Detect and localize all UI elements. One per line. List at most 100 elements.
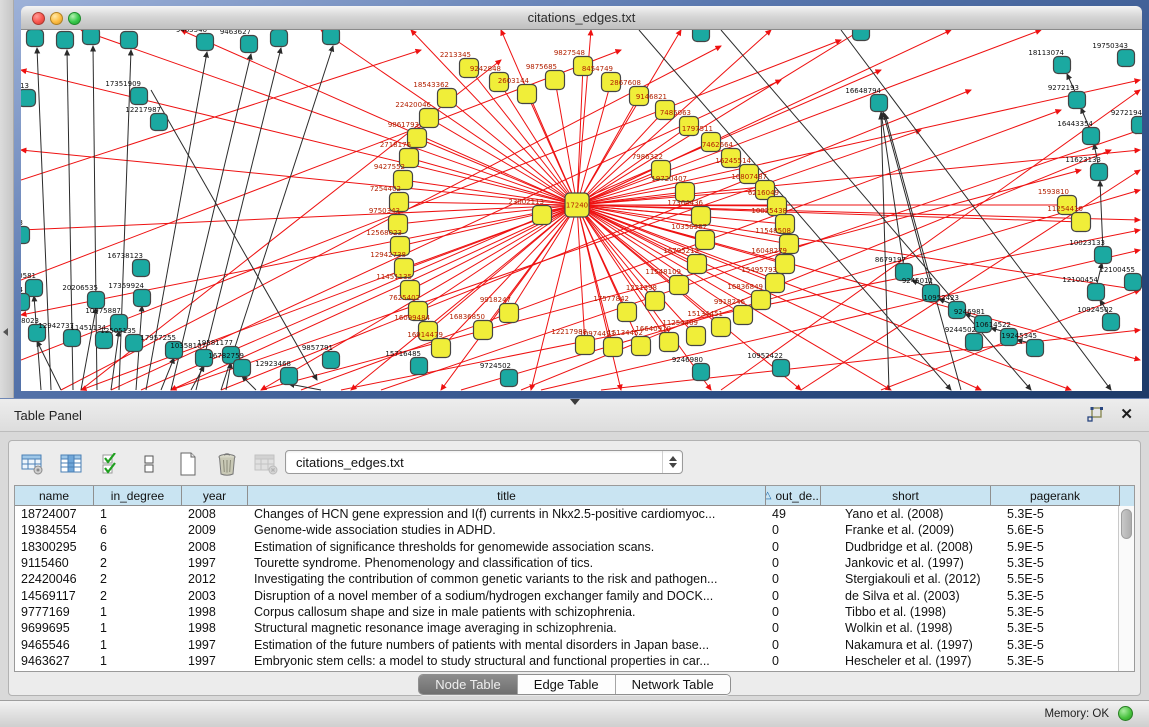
tab-edge-table[interactable]: Edge Table <box>518 675 616 694</box>
graph-node-label: 9115460 <box>36 30 67 32</box>
table-row[interactable]: 1456911722003Disruption of a novel membe… <box>15 587 1120 603</box>
graph-node[interactable]: 18300295 <box>827 30 869 41</box>
graph-node-label: 9193183 <box>21 219 23 227</box>
table-cell: 0 <box>766 636 821 652</box>
column-header-label: title <box>497 489 516 503</box>
table-cell: 49 <box>766 506 821 522</box>
graph-node[interactable]: 9272194 <box>1111 109 1142 134</box>
table-cell: Yano et al. (2008) <box>821 506 991 522</box>
graph-node[interactable]: 15716485 <box>385 350 427 375</box>
graph-node[interactable]: 9918247 <box>480 296 519 323</box>
network-canvas[interactable]: 2063101691154609777169969969594655469463… <box>21 30 1142 391</box>
graph-node[interactable]: 19384554 <box>297 30 339 45</box>
column-header-in_degree[interactable]: in_degree <box>94 486 182 506</box>
tab-node-table[interactable]: Node Table <box>419 675 518 694</box>
table-row[interactable]: 911546021997Tourette syndrome. Phenomeno… <box>15 555 1120 571</box>
graph-node[interactable]: 11623133 <box>1065 156 1107 181</box>
table-cell: 0 <box>766 604 821 620</box>
graph-node[interactable]: 20631016 <box>21 30 44 47</box>
graph-edge <box>21 205 577 230</box>
network-window-titlebar[interactable]: citations_edges.txt <box>21 6 1142 30</box>
graph-node[interactable]: 17577842 <box>593 295 636 322</box>
column-header-title[interactable]: title <box>248 486 766 506</box>
table-select-combobox[interactable]: citations_edges.txt <box>285 450 683 474</box>
graph-node-label: 6216049 <box>748 189 779 197</box>
table-row[interactable]: 977716911998Corpus callosum shape and si… <box>15 604 1120 620</box>
graph-node-label: 12923468 <box>255 360 291 368</box>
graph-node[interactable]: 10023133 <box>1069 239 1111 264</box>
zoom-window-button[interactable] <box>68 12 81 25</box>
graph-node[interactable]: 9246980 <box>672 356 710 381</box>
graph-node-label: 1797511 <box>682 125 713 133</box>
graph-node-label: 10025438 <box>751 207 787 215</box>
graph-node-label: 8850581 <box>21 272 36 280</box>
remove-column-icon[interactable] <box>253 451 279 477</box>
table-cell: 0 <box>766 555 821 571</box>
minimize-window-button[interactable] <box>50 12 63 25</box>
graph-node-label: 9427552 <box>374 163 405 171</box>
graph-node-label: 17957255 <box>140 334 176 342</box>
graph-node[interactable]: 20206535 <box>62 284 104 309</box>
graph-node-label: 12505135 <box>100 327 136 335</box>
graph-node[interactable]: 16836850 <box>449 313 492 340</box>
column-header-year[interactable]: year <box>182 486 248 506</box>
graph-node[interactable]: 10924502 <box>1077 306 1119 331</box>
table-cell: 5.3E-5 <box>991 636 1120 652</box>
table-cell: 9699695 <box>15 620 94 636</box>
graph-node-label: 11548109 <box>645 268 681 276</box>
graph-node[interactable]: 9193183 <box>21 219 30 244</box>
graph-node-label: 9244502 <box>945 326 976 334</box>
row-options-icon[interactable] <box>136 451 162 477</box>
table-row[interactable]: 1872400712008Changes of HCN gene express… <box>15 506 1120 522</box>
memory-status-label: Memory: OK <box>1044 708 1109 720</box>
column-header-short[interactable]: short <box>821 486 991 506</box>
graph-node-label: 7986322 <box>632 153 663 161</box>
delete-table-icon[interactable] <box>214 451 240 477</box>
table-settings-icon[interactable] <box>19 451 45 477</box>
graph-edge <box>191 366 204 390</box>
graph-node[interactable]: 19750343 <box>1092 42 1134 67</box>
table-cell: 2003 <box>182 587 248 603</box>
table-cell: 0 <box>766 539 821 555</box>
column-header-name[interactable]: name <box>15 486 94 506</box>
network-window-frame[interactable]: citations_edges.txt 20631016911546097771… <box>14 0 1149 398</box>
table-scrollbar-thumb[interactable] <box>1121 509 1132 539</box>
graph-node[interactable]: 16738123 <box>107 252 149 277</box>
graph-node-label: 1221398 <box>626 284 657 292</box>
graph-node[interactable]: 17359924 <box>108 282 150 307</box>
close-panel-icon[interactable]: ✕ <box>1120 405 1133 423</box>
table-row[interactable]: 969969511998Structural magnetic resonanc… <box>15 620 1120 636</box>
tab-network-table[interactable]: Network Table <box>616 675 730 694</box>
memory-status-indicator[interactable] <box>1118 706 1133 721</box>
table-tabs: Node Table Edge Table Network Table <box>9 674 1140 695</box>
table-cell: 5.3E-5 <box>991 604 1120 620</box>
new-table-icon[interactable] <box>175 451 201 477</box>
graph-node-label: 23002113 <box>508 198 544 206</box>
column-header-out_de[interactable]: △out_de... <box>766 486 821 506</box>
table-cell: Hescheler et al. (1997) <box>821 653 991 669</box>
table-cell: Jankovic et al. (1997) <box>821 555 991 571</box>
graph-node[interactable]: 8850581 <box>21 272 43 297</box>
graph-node[interactable]: 12217987 <box>125 106 167 131</box>
graph-node[interactable]: 17240 <box>565 193 589 217</box>
float-panel-icon[interactable] <box>1087 407 1105 423</box>
table-row[interactable]: 2242004622012Investigating the contribut… <box>15 571 1120 587</box>
table-row[interactable]: 946362711997Embryonic stem cells: a mode… <box>15 653 1120 669</box>
column-header-label: out_de... <box>776 489 822 503</box>
graph-node[interactable]: 18113074 <box>1028 49 1070 74</box>
close-window-button[interactable] <box>32 12 45 25</box>
column-edit-icon[interactable] <box>58 451 84 477</box>
column-header-pagerank[interactable]: pagerank <box>991 486 1120 506</box>
control-panel-collapse-arrow[interactable] <box>3 328 8 336</box>
table-cell: Nakamura et al. (1997) <box>821 636 991 652</box>
table-row[interactable]: 1830029562008Estimation of significance … <box>15 539 1120 555</box>
table-row[interactable]: 1938455462009Genome-wide association stu… <box>15 522 1120 538</box>
select-columns-icon[interactable] <box>97 451 123 477</box>
graph-node[interactable]: 20631013 <box>21 82 36 107</box>
graph-edge <box>221 46 333 390</box>
graph-node[interactable]: 9699695 <box>100 30 138 49</box>
table-scrollbar[interactable] <box>1118 506 1134 671</box>
table-row[interactable]: 946554611997Estimation of the future num… <box>15 636 1120 652</box>
graph-node[interactable]: 9465546 <box>176 30 214 51</box>
splitter-handle[interactable] <box>570 399 580 405</box>
